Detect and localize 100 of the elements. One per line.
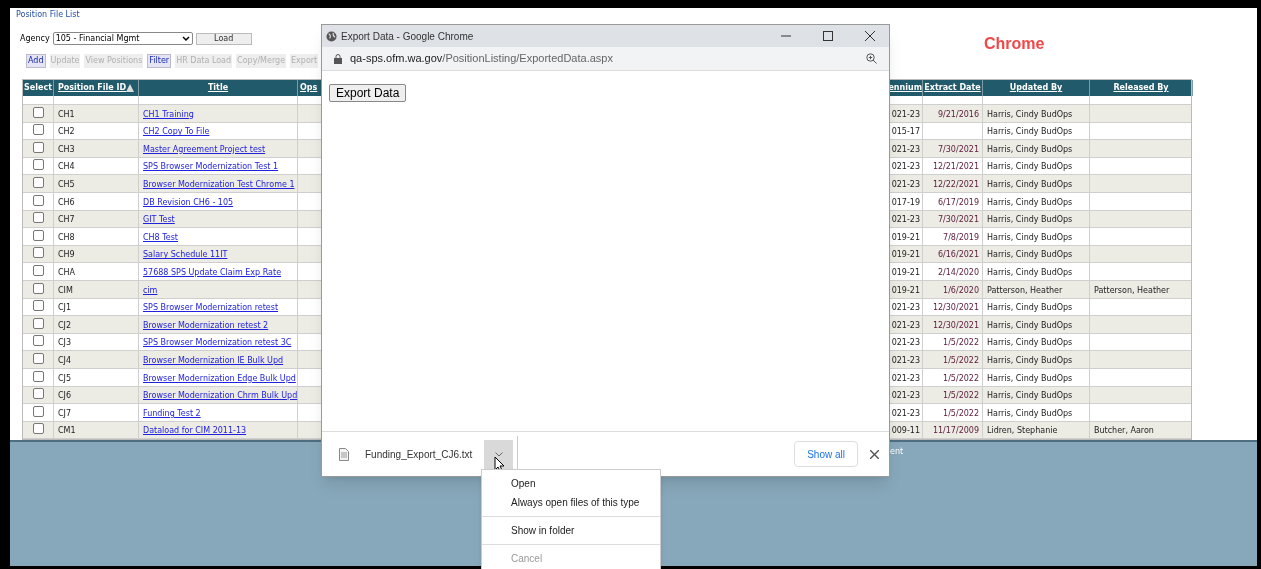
chevron-down-icon (494, 451, 503, 457)
title-link[interactable]: Salary Schedule 11IT (139, 249, 228, 262)
table-cell-text: 021-23 (891, 161, 921, 174)
row-checkbox[interactable] (32, 388, 44, 400)
title-link[interactable]: Dataload for CIM 2011-13 (139, 425, 247, 438)
table-cell-text: CJ2 (57, 319, 72, 332)
table-cell-text: CH1 (57, 108, 75, 121)
row-checkbox[interactable] (32, 352, 44, 364)
table-cell-text: 7/30/2021 (937, 143, 980, 156)
table-cell-text: 019-21 (891, 266, 921, 279)
table-cell-text: 021-23 (891, 390, 921, 403)
table-cell-text: 7/8/2019 (943, 231, 980, 244)
row-checkbox[interactable] (32, 300, 44, 312)
window-title: Export Data - Google Chrome (341, 29, 475, 44)
table-cell-text: Harris, Cindy BudOps (986, 337, 1073, 350)
column-header[interactable]: Extract Date (924, 82, 981, 94)
menu-item[interactable]: Open (482, 474, 660, 493)
title-link[interactable]: Funding Test 2 (139, 407, 201, 420)
footer-text: ent (890, 446, 904, 458)
title-link[interactable]: Browser Modernization Edge Bulk Upd (139, 372, 296, 385)
table-cell-text: Harris, Cindy BudOps (986, 372, 1073, 385)
export-data-button[interactable]: Export Data (329, 84, 407, 102)
row-checkbox[interactable] (32, 370, 44, 382)
row-checkbox[interactable] (32, 176, 44, 188)
toolbar-button[interactable]: Add (26, 54, 46, 68)
title-link[interactable]: cim (139, 284, 158, 297)
column-header[interactable]: Ops (298, 82, 318, 94)
row-checkbox[interactable] (32, 335, 44, 347)
title-link[interactable]: Browser Modernization Chrm Bulk Upd (139, 390, 298, 403)
table-cell-text: 1/5/2022 (943, 337, 980, 350)
title-link[interactable]: Browser Modernization IE Bulk Upd (139, 354, 284, 367)
column-header[interactable]: Title (207, 82, 229, 94)
column-header[interactable]: Select (24, 82, 52, 94)
table-cell-text: 021-23 (891, 372, 921, 385)
table-cell-text: 12/30/2021 (932, 319, 980, 332)
row-checkbox[interactable] (32, 282, 44, 294)
table-cell-text: 1/5/2022 (943, 372, 980, 385)
row-checkbox[interactable] (32, 106, 44, 118)
row-checkbox[interactable] (32, 264, 44, 276)
table-cell-text: Harris, Cindy BudOps (986, 354, 1073, 367)
menu-item[interactable]: Always open files of this type (482, 493, 660, 512)
table-cell-text: 021-23 (891, 337, 921, 350)
table-cell-text: CH6 (57, 196, 75, 209)
table-cell-text: 1/6/2020 (943, 284, 980, 297)
row-checkbox[interactable] (32, 159, 44, 171)
sort-ascending-icon[interactable] (126, 84, 135, 92)
table-cell-text: 017-19 (891, 196, 921, 209)
title-link[interactable]: DB Revision CH6 - 105 (139, 196, 234, 209)
table-cell-text: CJ4 (57, 354, 72, 367)
agency-label: Agency (20, 32, 50, 45)
row-checkbox[interactable] (32, 423, 44, 435)
close-icon[interactable] (870, 449, 879, 459)
table-cell-text: CHA (57, 266, 76, 279)
row-checkbox[interactable] (32, 317, 44, 329)
table-cell-text: Harris, Cindy BudOps (986, 196, 1073, 209)
load-button[interactable]: Load (195, 32, 252, 45)
column-header[interactable]: Released By (1113, 82, 1169, 94)
title-link[interactable]: Browser Modernization Test Chrome 1 (139, 178, 295, 191)
chevron-down-icon (181, 35, 190, 42)
table-cell-text: CJ6 (57, 390, 72, 403)
table-cell-text: 1/5/2022 (943, 390, 980, 403)
column-header[interactable]: Position File ID (57, 82, 127, 94)
table-cell-text: Harris, Cindy BudOps (986, 319, 1073, 332)
download-options-button[interactable] (484, 439, 514, 469)
table-cell-text: CH5 (57, 178, 75, 191)
row-checkbox[interactable] (32, 194, 44, 206)
row-checkbox[interactable] (32, 247, 44, 259)
column-header[interactable]: ennium (888, 82, 922, 94)
table-cell-text: Harris, Cindy BudOps (986, 302, 1073, 315)
menu-item[interactable]: Show in folder (482, 521, 660, 540)
title-link[interactable]: GIT Test (139, 214, 175, 227)
table-cell-text: Harris, Cindy BudOps (986, 266, 1073, 279)
address-bar[interactable]: qa-sps.ofm.wa.gov/PositionListing/ExportedData.aspx (322, 47, 889, 71)
table-cell-text: Harris, Cindy BudOps (986, 108, 1073, 121)
row-checkbox[interactable] (32, 405, 44, 417)
close-icon[interactable] (865, 31, 875, 41)
row-checkbox[interactable] (32, 141, 44, 153)
table-cell-text: Harris, Cindy BudOps (986, 249, 1073, 262)
table-cell-text: Patterson, Heather (986, 284, 1063, 297)
title-link[interactable]: CH1 Training (139, 108, 194, 121)
row-checkbox[interactable] (32, 124, 44, 136)
maximize-icon[interactable] (823, 31, 833, 41)
column-header[interactable]: Updated By (1009, 82, 1063, 94)
zoom-icon[interactable] (866, 53, 877, 64)
title-link[interactable]: Master Agreement Project test (139, 143, 266, 156)
title-link[interactable]: Browser Modernization retest 2 (139, 319, 269, 332)
row-checkbox[interactable] (32, 212, 44, 224)
title-link[interactable]: 57688 SPS Update Claim Exp Rate (139, 266, 282, 279)
title-link[interactable]: SPS Browser Modernization retest 3C (139, 337, 292, 350)
show-all-button[interactable]: Show all (794, 441, 858, 467)
breadcrumb-link[interactable]: Position File List (16, 10, 80, 20)
row-checkbox[interactable] (32, 229, 44, 241)
toolbar-button[interactable]: Filter (147, 54, 172, 68)
title-link[interactable]: SPS Browser Modernization retest (139, 302, 279, 315)
title-link[interactable]: CH2 Copy To File (139, 126, 210, 139)
title-link[interactable]: SPS Browser Modernization Test 1 (139, 161, 279, 174)
agency-select[interactable]: 105 - Financial Mgmt (52, 32, 193, 45)
table-cell-text: 019-21 (891, 284, 921, 297)
title-link[interactable]: CH8 Test (139, 231, 178, 244)
download-filename[interactable]: Funding_Export_CJ6.txt (365, 446, 473, 462)
